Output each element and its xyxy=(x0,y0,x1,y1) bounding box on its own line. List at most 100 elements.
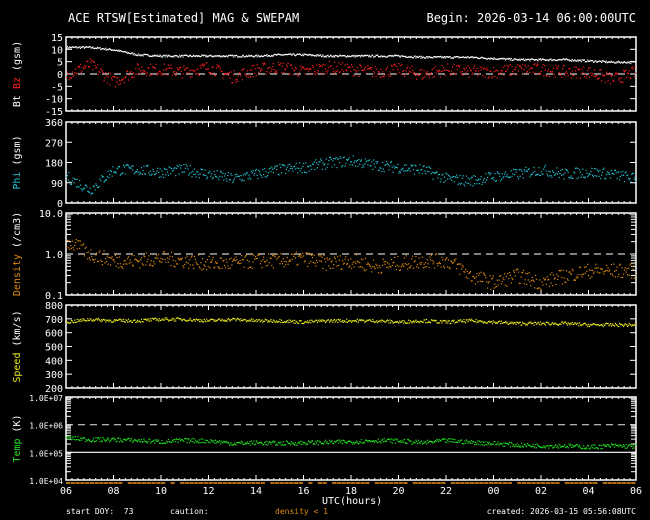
density-point xyxy=(548,278,550,280)
density-point xyxy=(276,258,278,260)
bz-point xyxy=(334,72,336,74)
plot-area: 151050-5-10-15Bt Bz (gsm) 360270180900Ph… xyxy=(12,33,642,497)
density-point xyxy=(556,273,558,275)
phi-point xyxy=(534,170,536,172)
bz-point xyxy=(630,78,632,80)
phi-point xyxy=(118,166,121,168)
speed-point xyxy=(579,322,581,324)
phi-point xyxy=(548,170,550,172)
bz-point xyxy=(457,64,459,67)
bz-point xyxy=(280,62,282,64)
bz-point xyxy=(229,77,231,79)
speed-point xyxy=(194,320,196,322)
bz-point xyxy=(504,65,506,67)
density-point xyxy=(519,282,521,285)
density-point xyxy=(456,268,458,270)
bz-point xyxy=(185,67,187,69)
phi-point xyxy=(195,176,197,178)
temp-point xyxy=(289,444,292,446)
phi-point xyxy=(264,176,266,178)
temp-point xyxy=(307,443,309,445)
bz-point xyxy=(627,72,630,75)
density-point xyxy=(576,275,578,277)
density-point xyxy=(87,251,90,253)
bz-point xyxy=(96,64,99,66)
density-point xyxy=(337,264,340,266)
phi-point xyxy=(289,167,292,170)
phi-point xyxy=(499,175,501,177)
density-point xyxy=(295,251,297,253)
density-point xyxy=(560,269,562,272)
phi-point xyxy=(99,178,101,180)
density-point xyxy=(302,252,304,254)
density-point xyxy=(290,253,292,255)
phi-point xyxy=(376,162,378,164)
bz-point xyxy=(98,70,100,72)
density-point xyxy=(537,288,539,290)
density-point xyxy=(160,257,162,260)
phi-point xyxy=(96,184,98,187)
phi-point xyxy=(92,186,95,188)
density-point xyxy=(98,251,100,253)
density-point xyxy=(294,253,296,255)
bz-point xyxy=(205,68,207,70)
bz-point xyxy=(193,69,195,72)
phi-point xyxy=(545,170,547,172)
bz-point xyxy=(263,64,265,66)
bz-point xyxy=(632,68,634,70)
density-point xyxy=(441,256,443,258)
density-point xyxy=(572,270,574,272)
bz-point xyxy=(325,70,327,73)
density-point xyxy=(205,261,207,263)
phi-point xyxy=(272,172,275,174)
speed-point xyxy=(269,320,271,322)
density-point xyxy=(486,287,489,289)
bz-point xyxy=(421,68,423,71)
bz-point xyxy=(635,72,637,74)
density-point xyxy=(191,255,193,257)
y-tick-label: 1.0 xyxy=(45,250,63,261)
density-point xyxy=(166,253,168,255)
speed-point xyxy=(628,322,630,324)
bt-point xyxy=(352,54,354,57)
phi-point xyxy=(107,170,109,172)
phi-point xyxy=(326,166,328,168)
phi-point xyxy=(208,172,210,174)
phi-point xyxy=(355,160,358,163)
density-point xyxy=(443,267,446,269)
speed-point xyxy=(154,317,156,319)
phi-point xyxy=(566,169,568,172)
density-point xyxy=(473,277,476,279)
density-point xyxy=(369,265,371,267)
density-point xyxy=(199,267,201,270)
speed-point xyxy=(310,322,312,324)
density-point xyxy=(612,275,614,277)
phi-point xyxy=(458,182,460,184)
bz-point xyxy=(151,73,153,76)
phi-point xyxy=(519,175,521,178)
density-point xyxy=(325,269,327,271)
density-point xyxy=(181,257,183,259)
y-axis-label: Phi (gsm) xyxy=(12,135,23,189)
phi-point xyxy=(172,169,174,172)
density-point xyxy=(262,259,264,261)
phi-point xyxy=(449,178,451,180)
speed-point xyxy=(376,320,378,322)
phi-point xyxy=(460,182,463,184)
bz-point xyxy=(491,77,493,79)
phi-point xyxy=(160,176,162,178)
bz-point xyxy=(123,77,125,80)
speed-point xyxy=(270,318,272,321)
temp-point xyxy=(298,442,301,444)
bt-point xyxy=(142,55,144,57)
phi-point xyxy=(110,170,112,173)
speed-point xyxy=(402,319,404,322)
density-point xyxy=(585,266,587,268)
phi-point xyxy=(448,175,450,177)
bz-point xyxy=(294,70,296,72)
density-point xyxy=(114,261,116,263)
speed-point xyxy=(240,318,242,320)
bz-point xyxy=(354,74,356,77)
phi-point xyxy=(340,157,342,159)
y-tick-label: 180 xyxy=(45,159,63,170)
